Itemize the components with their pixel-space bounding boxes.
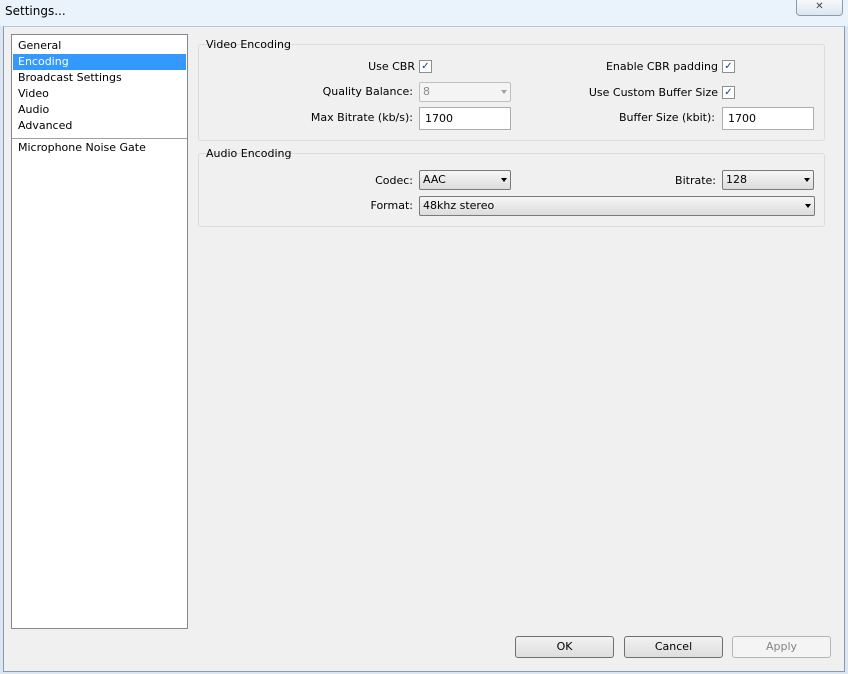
check-icon: ✓ xyxy=(421,61,430,72)
use-custom-buffer-size-label: Use Custom Buffer Size xyxy=(588,86,718,99)
check-icon: ✓ xyxy=(724,87,733,98)
codec-label: Codec: xyxy=(375,174,413,187)
sidebar-item-broadcast-settings[interactable]: Broadcast Settings xyxy=(13,70,186,86)
chevron-down-icon xyxy=(804,178,810,182)
sidebar-item-general[interactable]: General xyxy=(13,38,186,54)
sidebar-item-audio[interactable]: Audio xyxy=(13,102,186,118)
codec-dropdown[interactable]: AAC xyxy=(419,170,511,190)
quality-balance-label: Quality Balance: xyxy=(322,85,413,98)
chevron-down-icon xyxy=(501,178,507,182)
close-icon: ✕ xyxy=(815,1,824,12)
chevron-down-icon xyxy=(501,90,507,94)
bitrate-label: Bitrate: xyxy=(675,174,716,187)
quality-balance-dropdown[interactable]: 8 xyxy=(419,82,511,102)
enable-cbr-padding-label: Enable CBR padding xyxy=(605,60,718,73)
sidebar-item-microphone-noise-gate[interactable]: Microphone Noise Gate xyxy=(13,140,186,156)
max-bitrate-input[interactable]: 1700 xyxy=(419,107,511,130)
audio-encoding-title: Audio Encoding xyxy=(206,147,292,160)
sidebar-item-advanced[interactable]: Advanced xyxy=(13,118,186,134)
check-icon: ✓ xyxy=(724,61,733,72)
bitrate-value: 128 xyxy=(726,173,747,186)
close-button[interactable]: ✕ xyxy=(796,0,843,16)
sidebar-divider xyxy=(12,138,187,139)
enable-cbr-padding-checkbox[interactable]: ✓ xyxy=(722,60,735,73)
use-custom-buffer-size-checkbox[interactable]: ✓ xyxy=(722,86,735,99)
format-value: 48khz stereo xyxy=(423,199,495,212)
max-bitrate-label: Max Bitrate (kb/s): xyxy=(310,111,413,124)
sidebar-item-video[interactable]: Video xyxy=(13,86,186,102)
chevron-down-icon xyxy=(805,204,811,208)
format-dropdown[interactable]: 48khz stereo xyxy=(419,196,815,216)
format-label: Format: xyxy=(370,199,413,212)
apply-button[interactable]: Apply xyxy=(732,636,831,658)
sidebar-item-encoding[interactable]: Encoding xyxy=(13,54,186,70)
use-cbr-checkbox[interactable]: ✓ xyxy=(419,60,432,73)
settings-panel: General Encoding Broadcast Settings Vide… xyxy=(3,26,845,672)
settings-category-list: General Encoding Broadcast Settings Vide… xyxy=(11,34,188,629)
quality-balance-value: 8 xyxy=(423,85,430,98)
bitrate-dropdown[interactable]: 128 xyxy=(722,170,814,190)
use-cbr-label: Use CBR xyxy=(368,60,415,73)
cancel-button[interactable]: Cancel xyxy=(624,636,723,658)
buffer-size-input[interactable]: 1700 xyxy=(722,107,814,130)
window-title: Settings... xyxy=(5,4,66,18)
title-bar: Settings... ✕ xyxy=(0,0,848,26)
codec-value: AAC xyxy=(423,173,446,186)
video-encoding-title: Video Encoding xyxy=(206,38,292,51)
ok-button[interactable]: OK xyxy=(515,636,614,658)
buffer-size-label: Buffer Size (kbit): xyxy=(619,111,715,124)
